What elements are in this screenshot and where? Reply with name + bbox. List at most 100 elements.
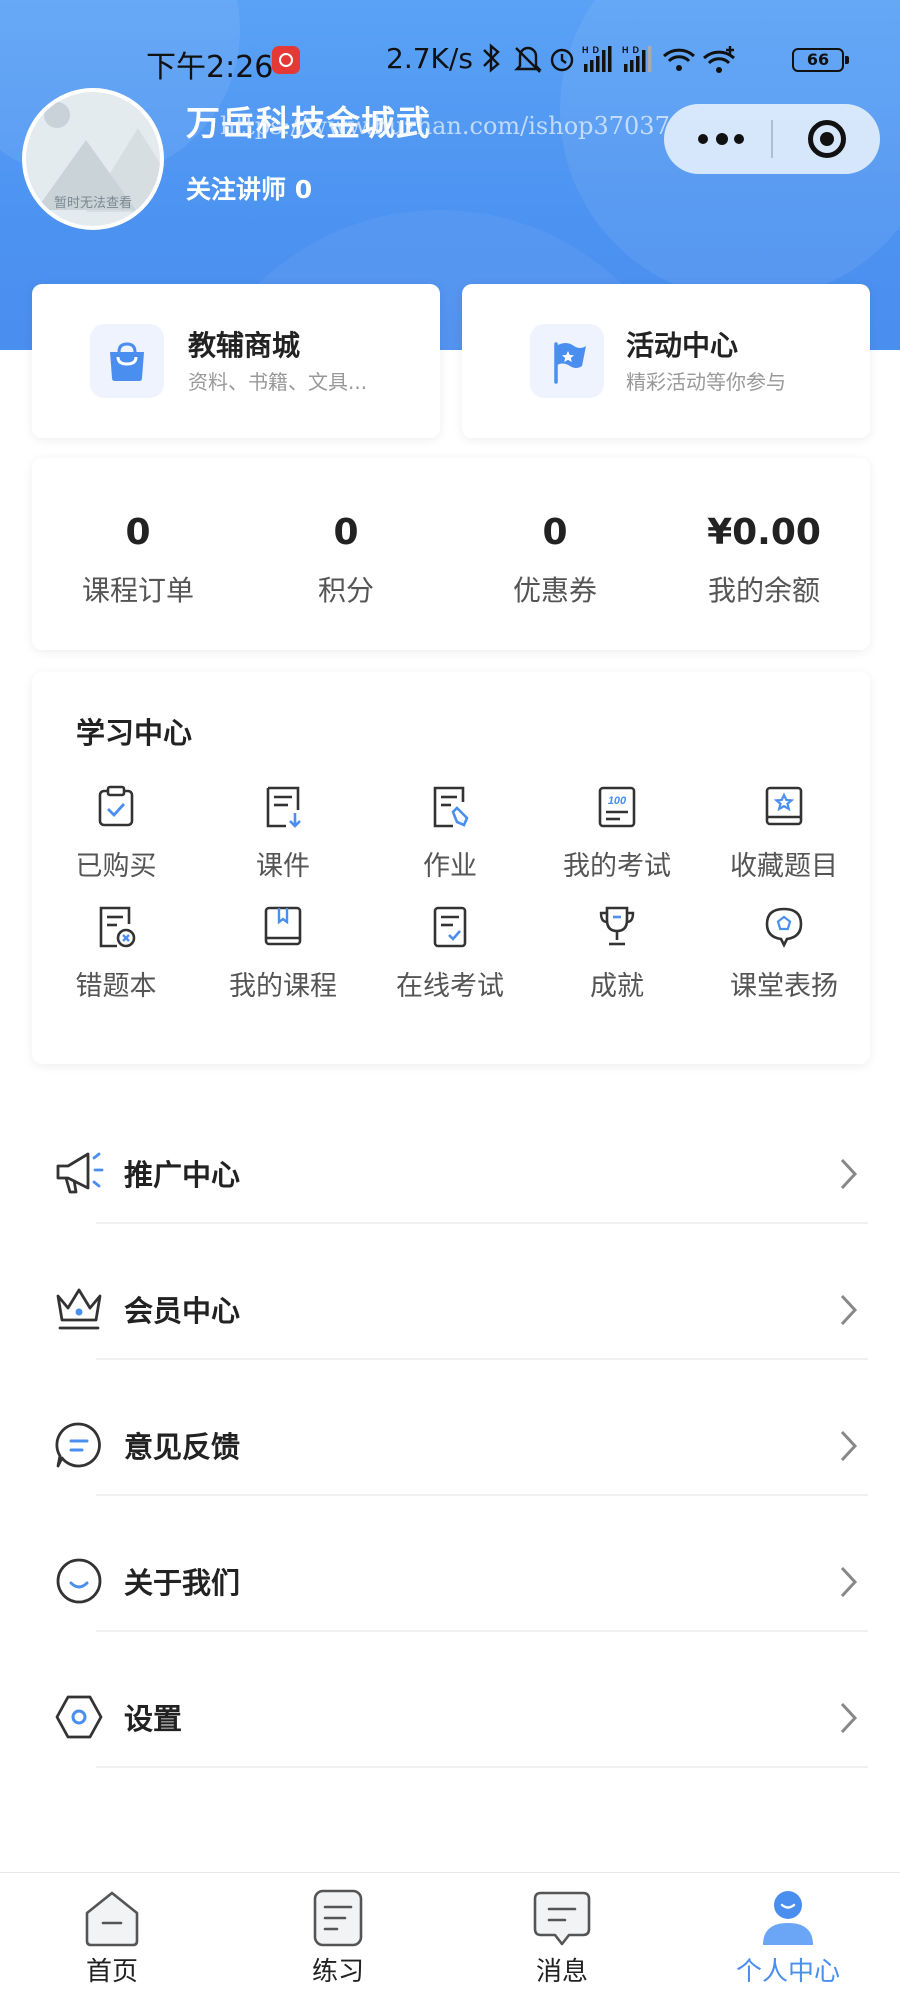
- menu-item-membership[interactable]: 会员中心: [0, 1246, 900, 1382]
- tab-profile[interactable]: 个人中心: [708, 1887, 868, 1988]
- practice-icon: [313, 1889, 363, 1947]
- praise-bubble-icon: [765, 907, 803, 948]
- svg-text:100: 100: [608, 795, 627, 807]
- grid-item-purchased[interactable]: 已购买: [32, 784, 200, 883]
- stat-value: 0: [333, 512, 359, 553]
- grid-item-achievements[interactable]: 成就: [533, 904, 701, 1003]
- network-speed: 2.7K/s: [386, 42, 473, 75]
- chevron-right-icon: [840, 1566, 858, 1598]
- flag-icon: [530, 324, 604, 398]
- menu-label: 会员中心: [124, 1294, 241, 1328]
- avatar[interactable]: 暂时无法查看: [22, 88, 164, 230]
- miniprogram-capsule: [664, 104, 880, 174]
- activity-card-subtitle: 精彩活动等你参与: [626, 370, 786, 394]
- tab-messages[interactable]: 消息: [482, 1887, 642, 1988]
- menu-item-feedback[interactable]: 意见反馈: [0, 1382, 900, 1518]
- grid-item-class-praise[interactable]: 课堂表扬: [700, 904, 868, 1003]
- divider: [96, 1494, 868, 1496]
- trophy-icon: [599, 906, 635, 946]
- grid-label: 课堂表扬: [730, 971, 838, 1002]
- doc-download-icon: [266, 786, 301, 828]
- tab-label: 首页: [85, 1957, 138, 1987]
- grid-item-homework[interactable]: 作业: [366, 784, 534, 883]
- shop-card[interactable]: 教辅商城 资料、书籍、文具...: [32, 284, 440, 438]
- more-button[interactable]: [664, 104, 772, 174]
- close-miniprogram-button[interactable]: [808, 120, 846, 158]
- chevron-right-icon: [840, 1702, 858, 1734]
- grid-item-online-exam[interactable]: 在线考试: [366, 904, 534, 1003]
- grid-item-wrong-answers[interactable]: 错题本: [32, 904, 200, 1003]
- activity-card[interactable]: 活动中心 精彩活动等你参与: [462, 284, 870, 438]
- tab-home[interactable]: 首页: [32, 1887, 192, 1988]
- stat-coupons[interactable]: 0 优惠券: [450, 512, 660, 609]
- megaphone-icon: [56, 1152, 104, 1194]
- watermark-text: https://www.huzhan.com/ishop37037: [220, 112, 670, 140]
- settings-hex-icon: [55, 1695, 103, 1739]
- grid-label: 已购买: [75, 851, 157, 882]
- follow-teachers[interactable]: 关注讲师 0: [186, 170, 312, 206]
- book-icon: [264, 906, 302, 946]
- activity-card-title: 活动中心: [626, 329, 739, 362]
- tab-label: 消息: [535, 1957, 588, 1987]
- score-100-icon: 100: [598, 786, 636, 828]
- grid-label: 作业: [423, 851, 477, 882]
- divider: [96, 1630, 868, 1632]
- more-dot-icon: [698, 134, 708, 144]
- menu-label: 设置: [124, 1702, 183, 1736]
- grid-label: 成就: [590, 971, 644, 1002]
- grid-item-courseware[interactable]: 课件: [199, 784, 367, 883]
- stat-value: 0: [542, 512, 568, 553]
- svg-text:HD: HD: [582, 45, 603, 55]
- study-center-card: 学习中心 已购买 课件 作业 100 我的考试 收藏题目 错题本 我的课程 在线…: [32, 672, 870, 1064]
- grid-label: 错题本: [75, 971, 157, 1002]
- grid-label: 我的考试: [563, 851, 671, 882]
- doc-error-icon: [99, 906, 136, 948]
- grid-item-my-exams[interactable]: 100 我的考试: [533, 784, 701, 883]
- shop-card-subtitle: 资料、书籍、文具...: [188, 370, 368, 394]
- tab-label: 个人中心: [735, 1957, 840, 1987]
- menu-label: 意见反馈: [124, 1430, 241, 1464]
- profile-icon: [763, 1891, 813, 1945]
- status-glyphs-icon: HD HD: [483, 43, 736, 73]
- follow-count-value: 0: [294, 175, 313, 204]
- chevron-right-icon: [840, 1294, 858, 1326]
- more-dot-icon: [716, 133, 728, 145]
- svg-text:HD: HD: [622, 45, 643, 55]
- home-icon: [85, 1891, 139, 1947]
- menu-item-about[interactable]: 关于我们: [0, 1518, 900, 1654]
- avatar-placeholder-text: 暂时无法查看: [53, 196, 132, 211]
- clipboard-check-icon: [98, 785, 134, 827]
- menu-item-promotion[interactable]: 推广中心: [0, 1110, 900, 1246]
- menu-label: 推广中心: [124, 1158, 241, 1192]
- divider: [96, 1222, 868, 1224]
- menu-item-settings[interactable]: 设置: [0, 1654, 900, 1790]
- grid-item-my-courses[interactable]: 我的课程: [199, 904, 367, 1003]
- grid-label: 我的课程: [229, 971, 337, 1002]
- message-icon: [533, 1891, 591, 1946]
- chevron-right-icon: [840, 1158, 858, 1190]
- grid-label: 课件: [256, 851, 310, 882]
- doc-pen-icon: [433, 786, 469, 828]
- stats-card: 0 课程订单 0 积分 0 优惠券 ¥0.00 我的余额: [32, 458, 870, 650]
- status-icons: HD HD: [478, 42, 778, 83]
- stat-course-orders[interactable]: 0 课程订单: [33, 512, 243, 609]
- battery-icon: 66: [792, 48, 849, 72]
- stat-balance[interactable]: ¥0.00 我的余额: [659, 512, 869, 609]
- grid-item-favorites[interactable]: 收藏题目: [700, 784, 868, 883]
- study-center-title: 学习中心: [76, 716, 193, 750]
- grid-label: 在线考试: [396, 971, 504, 1002]
- menu-label: 关于我们: [124, 1566, 241, 1600]
- follow-label: 关注讲师: [186, 175, 287, 204]
- shop-card-title: 教辅商城: [188, 329, 301, 362]
- status-bar: 下午2:26 2.7K/s HD HD 66: [0, 28, 900, 92]
- divider: [96, 1766, 868, 1768]
- stat-label: 课程订单: [81, 574, 194, 607]
- shopping-bag-icon: [90, 324, 164, 398]
- status-time: 下午2:26: [146, 50, 274, 85]
- tab-label: 练习: [311, 1957, 364, 1987]
- stat-label: 积分: [317, 574, 374, 607]
- grid-label: 收藏题目: [730, 851, 838, 882]
- chevron-right-icon: [840, 1430, 858, 1462]
- stat-points[interactable]: 0 积分: [241, 512, 451, 609]
- tab-practice[interactable]: 练习: [258, 1887, 418, 1988]
